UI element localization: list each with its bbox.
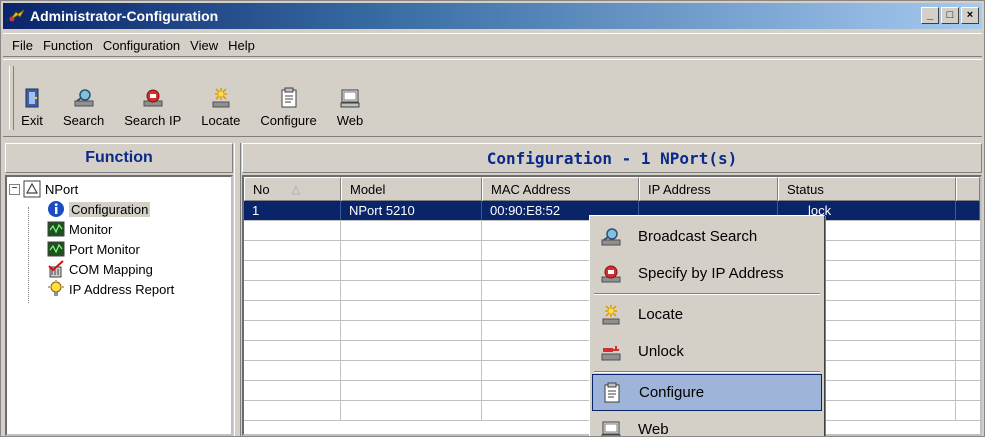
configure-label: Configure	[260, 113, 317, 128]
column-header-mac[interactable]: MAC Address	[482, 177, 639, 201]
cell-no: 1	[244, 201, 341, 220]
function-header: Function	[5, 143, 233, 173]
locate-label: Locate	[201, 113, 241, 128]
menu-separator	[594, 293, 820, 295]
configuration-header: Configuration - 1 NPort(s)	[242, 143, 982, 173]
search-button[interactable]: Search	[59, 87, 108, 128]
menu-item-label: Broadcast Search	[638, 228, 758, 245]
tree-item-configuration[interactable]: Configuration	[9, 199, 231, 219]
tree-item-port-monitor[interactable]: Port Monitor	[9, 239, 231, 259]
search-ip-button[interactable]: Search IP	[120, 87, 185, 128]
unlock-icon	[600, 341, 622, 363]
search-label: Search	[63, 113, 105, 128]
web-button[interactable]: Web	[333, 87, 368, 128]
toolbar: Exit Search Search IP Locate Configure W…	[3, 59, 982, 137]
exit-icon	[21, 87, 43, 109]
broadcast-search-icon	[600, 226, 622, 248]
search-ip-icon	[142, 87, 164, 109]
panel-splitter[interactable]	[234, 143, 241, 436]
menu-item-label: Specify by IP Address	[638, 265, 784, 282]
menu-function[interactable]: Function	[38, 38, 98, 53]
locate-icon	[600, 304, 622, 326]
monitor-icon	[47, 220, 65, 238]
menu-help[interactable]: Help	[223, 38, 260, 53]
exit-button[interactable]: Exit	[17, 87, 47, 128]
app-icon	[8, 7, 26, 25]
tree-item-com-mapping[interactable]: COM Mapping	[9, 259, 231, 279]
minimize-button[interactable]: _	[921, 7, 939, 24]
maximize-button[interactable]: □	[941, 7, 959, 24]
window-title: Administrator-Configuration	[30, 8, 219, 24]
tree-root-label: NPort	[45, 181, 79, 197]
column-header-model[interactable]: Model	[341, 177, 482, 201]
web-label: Web	[336, 113, 364, 128]
tree-item-label: Port Monitor	[69, 241, 140, 257]
menu-item-locate[interactable]: Locate	[592, 296, 822, 333]
configure-icon	[278, 87, 300, 109]
locate-icon	[210, 87, 232, 109]
menu-item-label: Locate	[638, 306, 684, 323]
lightbulb-icon	[47, 280, 65, 298]
menu-configuration[interactable]: Configuration	[98, 38, 185, 53]
title-bar[interactable]: Administrator-Configuration _ □ ×	[3, 3, 982, 29]
column-no-label: No	[253, 181, 270, 197]
menu-item-configure[interactable]: Configure	[592, 374, 822, 411]
menu-item-label: Configure	[639, 384, 705, 401]
com-mapping-icon	[47, 260, 65, 278]
collapse-icon[interactable]: −	[9, 183, 20, 195]
app-window: Administrator-Configuration _ □ × File F…	[0, 0, 985, 437]
search-ip-label: Search IP	[124, 113, 182, 128]
web-icon	[600, 419, 622, 436]
menu-view[interactable]: View	[185, 38, 223, 53]
locate-button[interactable]: Locate	[197, 87, 244, 128]
specify-ip-icon	[600, 263, 622, 285]
exit-label: Exit	[21, 113, 43, 128]
search-icon	[73, 87, 95, 109]
web-icon	[339, 87, 361, 109]
menu-item-label: Unlock	[638, 343, 684, 360]
tree-item-monitor[interactable]: Monitor	[9, 219, 231, 239]
tree-item-label: Monitor	[69, 221, 113, 237]
column-header-filler	[956, 177, 980, 201]
menu-item-unlock[interactable]: Unlock	[592, 333, 822, 370]
configure-button[interactable]: Configure	[256, 87, 320, 128]
tree-root-nport[interactable]: − NPort	[9, 179, 231, 199]
context-menu: Broadcast Search Specify by IP Address L…	[589, 215, 825, 437]
menu-bar: File Function Configuration View Help	[3, 33, 982, 57]
menu-separator	[594, 371, 820, 373]
menu-item-web[interactable]: Web	[592, 411, 822, 437]
configure-icon	[601, 382, 623, 404]
cell-model: NPort 5210	[341, 201, 482, 220]
menu-item-broadcast-search[interactable]: Broadcast Search	[592, 218, 822, 255]
cell-filler	[956, 201, 980, 220]
menu-file[interactable]: File	[7, 38, 38, 53]
nport-icon	[23, 180, 41, 198]
column-header-no[interactable]: No △	[244, 177, 341, 201]
menu-item-label: Web	[638, 421, 669, 437]
info-icon	[47, 200, 65, 218]
table-header: No △ Model MAC Address IP Address Status	[244, 177, 980, 201]
column-header-status[interactable]: Status	[778, 177, 956, 201]
sort-asc-icon: △	[291, 183, 301, 196]
port-monitor-icon	[47, 240, 65, 258]
close-button[interactable]: ×	[961, 7, 979, 24]
menu-item-specify-by-ip[interactable]: Specify by IP Address	[592, 255, 822, 292]
column-header-ip[interactable]: IP Address	[639, 177, 778, 201]
function-tree[interactable]: − NPort Configuration Monitor Port Monit…	[5, 175, 233, 436]
tree-item-ip-address-report[interactable]: IP Address Report	[9, 279, 231, 299]
tree-item-label: IP Address Report	[69, 281, 175, 297]
tree-item-label: COM Mapping	[69, 261, 153, 277]
tree-item-label: Configuration	[69, 201, 151, 217]
function-panel: Function − NPort Configuration Monitor P…	[5, 143, 233, 436]
